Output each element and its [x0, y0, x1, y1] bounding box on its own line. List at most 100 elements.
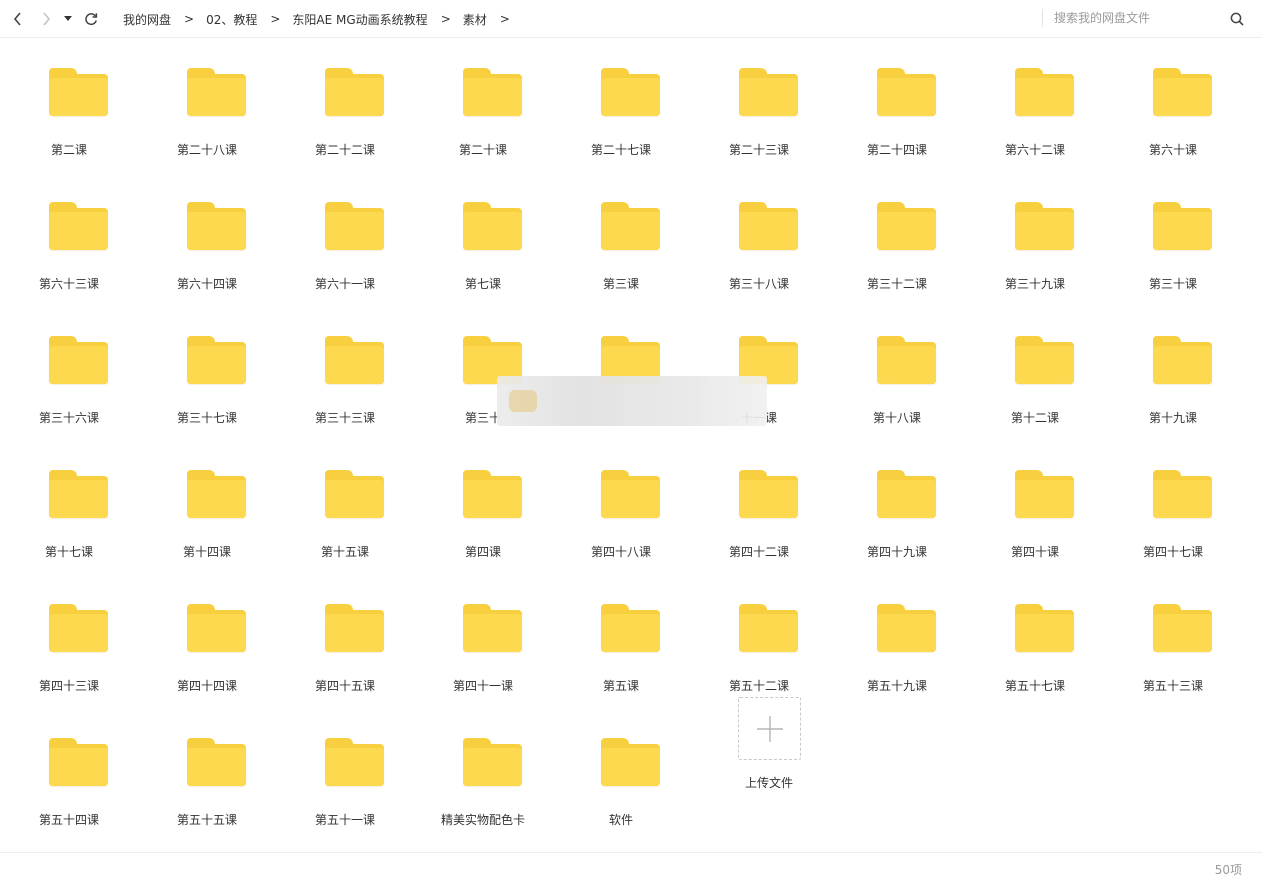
folder-label: 第二十三课 [728, 143, 789, 157]
folder-label: 第三十三课 [314, 411, 375, 425]
breadcrumb-separator: > [270, 12, 281, 26]
folder-item[interactable]: 第三十六课 [0, 306, 138, 426]
folder-item[interactable]: 第三十课 [1104, 172, 1242, 292]
folder-label: 第四十二课 [728, 545, 789, 559]
folder-label: 第四十一课 [452, 679, 513, 693]
folder-item[interactable]: 第三课 [552, 172, 690, 292]
folder-icon [1014, 602, 1076, 654]
folder-icon [324, 200, 386, 252]
folder-item[interactable]: 精美实物配色卡 [414, 708, 552, 828]
folder-label: 第四十五课 [314, 679, 375, 693]
folder-icon [462, 468, 524, 520]
folder-item[interactable]: 第五课 [552, 574, 690, 694]
folder-item[interactable]: 第六十三课 [0, 172, 138, 292]
folder-icon [1014, 334, 1076, 386]
folder-icon [324, 602, 386, 654]
folder-item[interactable]: 第五十七课 [966, 574, 1104, 694]
folder-icon [324, 334, 386, 386]
search-button[interactable] [1227, 9, 1247, 29]
folder-item[interactable]: 第十二课 [966, 306, 1104, 426]
folder-item[interactable]: 软件 [552, 708, 690, 828]
folder-label: 第四十九课 [866, 545, 927, 559]
folder-item[interactable]: 第十八课 [828, 306, 966, 426]
folder-icon [738, 66, 800, 118]
folder-item[interactable]: 第十九课 [1104, 306, 1242, 426]
folder-item[interactable]: 第四十四课 [138, 574, 276, 694]
refresh-button[interactable] [81, 9, 101, 29]
folder-label: 第六十一课 [314, 277, 375, 291]
breadcrumb-item-root[interactable]: 我的网盘 [123, 11, 171, 28]
folder-label: 第四十八课 [590, 545, 651, 559]
folder-item[interactable]: 第五十九课 [828, 574, 966, 694]
folder-icon [876, 602, 938, 654]
folder-icon [1014, 66, 1076, 118]
folder-item[interactable]: 第四十九课 [828, 440, 966, 560]
folder-label: 第三十七课 [176, 411, 237, 425]
folder-item[interactable]: 第三十二课 [828, 172, 966, 292]
folder-label: 第二十四课 [866, 143, 927, 157]
folder-item[interactable]: 第二十三课 [690, 38, 828, 158]
redacted-area [497, 376, 767, 426]
upload-label[interactable]: 上传文件 [690, 774, 848, 791]
breadcrumb-item-materials[interactable]: 素材 [463, 11, 487, 28]
breadcrumb-item-course[interactable]: 东阳AE MG动画系统教程 [292, 11, 427, 28]
folder-item[interactable]: 第六十二课 [966, 38, 1104, 158]
folder-icon [876, 66, 938, 118]
folder-item[interactable]: 第四十三课 [0, 574, 138, 694]
folder-item[interactable]: 第五十四课 [0, 708, 138, 828]
folder-item[interactable]: 第二十七课 [552, 38, 690, 158]
folder-icon [1152, 468, 1214, 520]
folder-item[interactable]: 第四十八课 [552, 440, 690, 560]
breadcrumb-separator: > [499, 12, 510, 26]
folder-item[interactable]: 第四十二课 [690, 440, 828, 560]
folder-icon [462, 200, 524, 252]
folder-item[interactable]: 第二十四课 [828, 38, 966, 158]
folder-label: 第三十九课 [1004, 277, 1065, 291]
folder-item[interactable]: 第十四课 [138, 440, 276, 560]
folder-item[interactable]: 第六十一课 [276, 172, 414, 292]
folder-label: 第十二课 [1010, 411, 1059, 425]
folder-item[interactable]: 第四十七课 [1104, 440, 1242, 560]
folder-item[interactable]: 第五十二课 [690, 574, 828, 694]
folder-icon [186, 200, 248, 252]
folder-icon [1014, 200, 1076, 252]
upload-button[interactable] [738, 697, 801, 760]
search-input[interactable] [1054, 6, 1224, 30]
folder-icon [876, 334, 938, 386]
folder-item[interactable]: 第二十八课 [138, 38, 276, 158]
folder-icon [48, 334, 110, 386]
folder-item[interactable]: 第四十五课 [276, 574, 414, 694]
folder-item[interactable]: 第三十七课 [138, 306, 276, 426]
folder-item[interactable]: 第三十八课 [690, 172, 828, 292]
folder-label: 第六十三课 [38, 277, 99, 291]
folder-item[interactable]: 第二课 [0, 38, 138, 158]
folder-item[interactable]: 第四课 [414, 440, 552, 560]
file-grid: 第二课 第二十八课 第二十二课 第二十课 第二十七课 第二十三课 第二十四课 第六十二课 第六十… [0, 38, 1262, 852]
folder-item[interactable]: 第五十一课 [276, 708, 414, 828]
folder-item[interactable]: 第二十课 [414, 38, 552, 158]
forward-button[interactable] [36, 9, 56, 29]
folder-item[interactable]: 第六十四课 [138, 172, 276, 292]
folder-item[interactable]: 第三十九课 [966, 172, 1104, 292]
chevron-right-icon [43, 12, 51, 26]
folder-label: 第三十六课 [38, 411, 99, 425]
folder-item[interactable]: 第五十三课 [1104, 574, 1242, 694]
back-button[interactable] [8, 9, 28, 29]
folder-label: 第十八课 [872, 411, 921, 425]
folder-item[interactable]: 第十五课 [276, 440, 414, 560]
folder-label: 第二十七课 [590, 143, 651, 157]
history-dropdown-button[interactable] [61, 9, 75, 29]
toolbar: 我的网盘 > 02、教程 > 东阳AE MG动画系统教程 > 素材 > [0, 0, 1262, 38]
folder-item[interactable]: 第六十课 [1104, 38, 1242, 158]
folder-item[interactable]: 第四十课 [966, 440, 1104, 560]
breadcrumb-item-tutorials[interactable]: 02、教程 [206, 11, 257, 28]
folder-item[interactable]: 第二十二课 [276, 38, 414, 158]
folder-item[interactable]: 第五十五课 [138, 708, 276, 828]
folder-item[interactable]: 第三十三课 [276, 306, 414, 426]
folder-item[interactable]: 第四十一课 [414, 574, 552, 694]
folder-item[interactable]: 第十七课 [0, 440, 138, 560]
folder-icon [324, 66, 386, 118]
caret-down-icon [64, 16, 72, 21]
plus-icon [756, 715, 783, 742]
folder-item[interactable]: 第七课 [414, 172, 552, 292]
